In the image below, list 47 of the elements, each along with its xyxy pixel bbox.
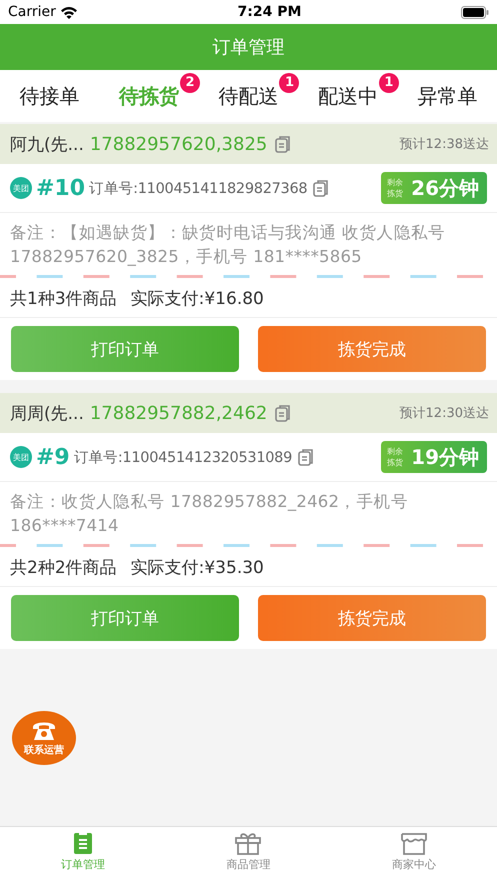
gift-icon (234, 831, 262, 855)
remaining-time: 26分钟 (411, 174, 479, 202)
count-badge: 2 (180, 72, 200, 92)
customer-phone: 17882957882,2462 (90, 402, 268, 424)
delivery-eta: 预计12:30送达 (400, 405, 489, 422)
platform-badge: 美团 (10, 177, 32, 199)
platform-badge: 美团 (10, 446, 32, 468)
order-number: 订单号:1100451411829827368 (89, 180, 308, 198)
count-badge: 1 (279, 72, 300, 92)
order-sequence: #10 (36, 176, 86, 200)
count-badge: 1 (378, 72, 399, 92)
timer-caption: 剩余 (387, 446, 404, 457)
clock-time: 7:24 PM (238, 4, 302, 20)
order-status-tab[interactable]: 配送中 (318, 84, 378, 108)
item-count: 共2种2件商品 (10, 556, 117, 578)
order-sequence: #9 (36, 444, 70, 470)
store-icon (399, 831, 430, 855)
picking-done-button[interactable]: 拣货完成 (258, 326, 486, 372)
timer-caption: 剩余 (387, 177, 404, 188)
order-number: 订单号:1100451412320531089 (74, 448, 292, 466)
battery-icon (461, 6, 489, 18)
order-status-tab[interactable]: 待拣货 (119, 84, 180, 108)
contact-operations-button[interactable]: 联系运营 (12, 711, 76, 765)
timer-caption: 拣货 (387, 457, 404, 468)
timer-caption: 拣货 (387, 188, 404, 199)
item-count: 共1种3件商品 (10, 288, 117, 310)
customer-phone: 17882957620,3825 (90, 134, 268, 154)
page-title: 订单管理 (212, 36, 284, 59)
paid-amount: 实际支付:¥16.80 (130, 288, 264, 310)
paid-amount: 实际支付:¥35.30 (130, 556, 264, 578)
print-order-button[interactable]: 打印订单 (11, 595, 239, 641)
picking-done-button[interactable]: 拣货完成 (258, 595, 486, 641)
order-status-tab[interactable]: 异常单 (417, 84, 478, 108)
bottom-nav-tab[interactable]: 订单管理 (40, 831, 125, 883)
order-status-tab[interactable]: 待接单 (20, 84, 80, 108)
wifi-icon (60, 6, 78, 18)
print-order-button[interactable]: 打印订单 (11, 326, 239, 372)
carrier-label: Carrier (8, 4, 56, 20)
customer-name: 周周(先... (10, 402, 84, 424)
bottom-nav-tab[interactable]: 商家中心 (372, 831, 456, 883)
bottom-nav-tab[interactable]: 商品管理 (206, 831, 290, 883)
order-status-tab[interactable]: 待配送 (218, 84, 278, 108)
remaining-time: 19分钟 (411, 444, 479, 470)
order-note: 备注：【如遇缺货】：缺货时电话与我沟通 收货人隐私号 17882957620_3825，手机号 181****5865 (9, 222, 446, 268)
delivery-eta: 预计12:38送达 (400, 136, 489, 153)
customer-name: 阿九(先... (10, 134, 84, 156)
order-note: 备注：收货人隐私号 17882957882_2462，手机号 186****7414 (9, 491, 409, 537)
